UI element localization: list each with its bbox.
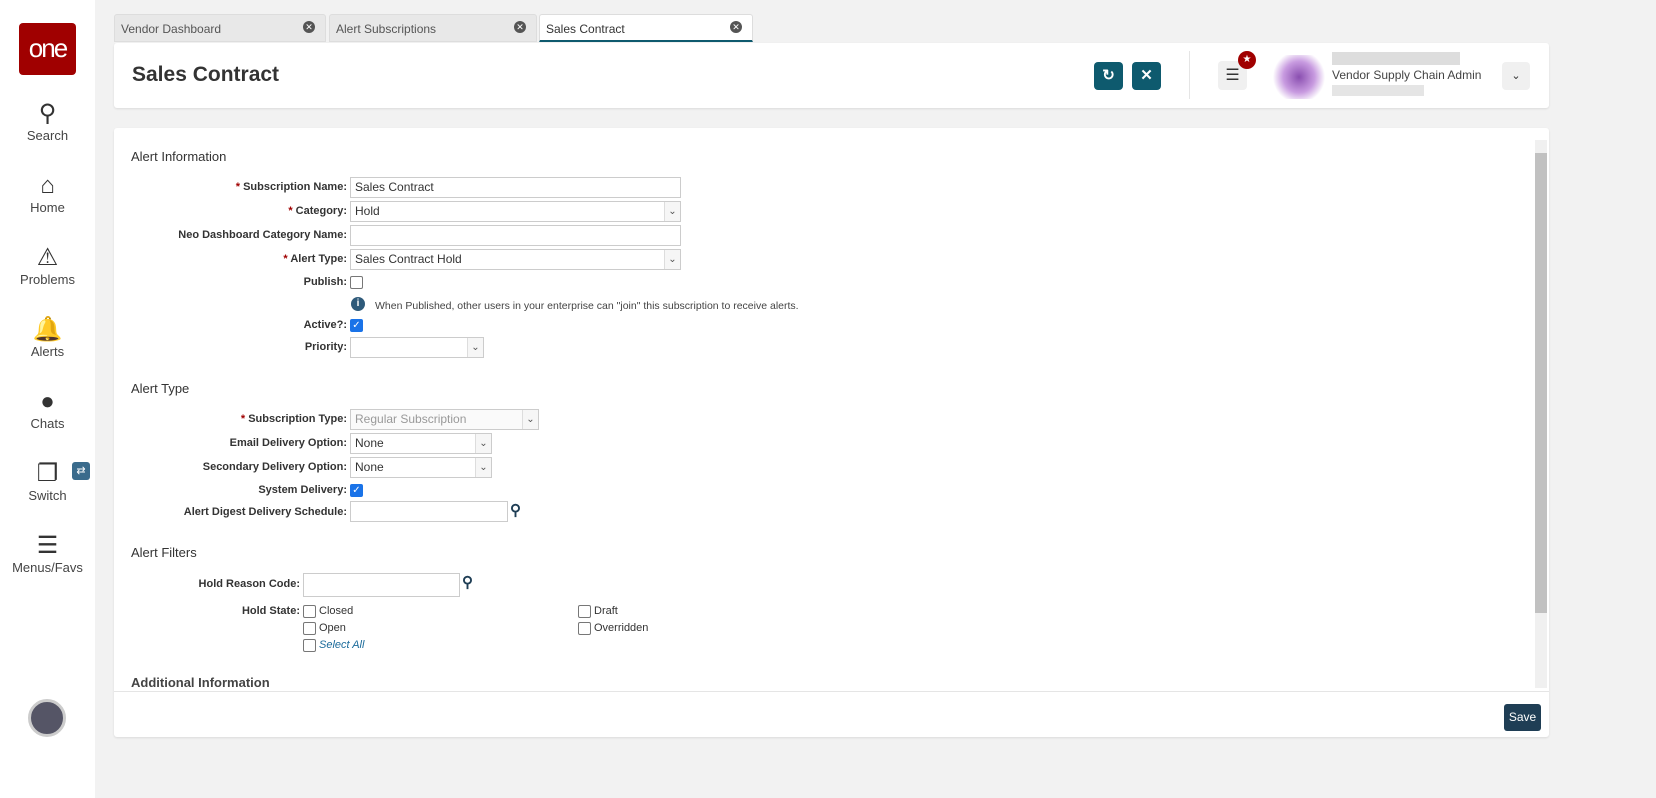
nav-label: Chats bbox=[30, 416, 65, 431]
refresh-button[interactable]: ↻ bbox=[1094, 62, 1123, 90]
nav-home[interactable]: ⌂ Home bbox=[0, 172, 95, 215]
tab-label: Alert Subscriptions bbox=[336, 22, 437, 36]
email-delivery-select[interactable]: None ⌄ bbox=[350, 433, 492, 454]
digest-schedule-label: Alert Digest Delivery Schedule: bbox=[183, 506, 347, 518]
nav-search[interactable]: ⚲ Search bbox=[0, 100, 95, 143]
chevron-down-icon: ⌄ bbox=[475, 434, 491, 453]
subscription-name-label: * Subscription Name: bbox=[235, 181, 347, 193]
nav-chats[interactable]: ● Chats bbox=[0, 388, 95, 431]
nav-menus-favs[interactable]: ☰ Menus/Favs bbox=[0, 532, 95, 575]
neo-category-input[interactable] bbox=[350, 225, 681, 246]
user-org-redacted bbox=[1332, 85, 1424, 96]
switch-badge-icon: ⇄ bbox=[72, 462, 90, 480]
secondary-delivery-select[interactable]: None ⌄ bbox=[350, 457, 492, 478]
nav-label: Switch bbox=[28, 488, 67, 503]
nav-label: Search bbox=[26, 128, 69, 143]
footer-divider bbox=[114, 691, 1549, 692]
hold-state-closed-checkbox[interactable] bbox=[303, 605, 316, 618]
page-header: Sales Contract ↻ ✕ ☰ ★ Vendor Supply Cha… bbox=[114, 43, 1549, 108]
tab-sales-contract[interactable]: Sales Contract ✕ bbox=[539, 14, 753, 42]
category-select[interactable]: Hold ⌄ bbox=[350, 201, 681, 222]
hold-state-overridden-checkbox[interactable] bbox=[578, 622, 591, 635]
zoom-search-icon[interactable]: ⚲ bbox=[510, 501, 521, 519]
alert-type-label: * Alert Type: bbox=[283, 253, 347, 265]
tab-vendor-dashboard[interactable]: Vendor Dashboard ✕ bbox=[114, 14, 326, 42]
nav-label: Menus/Favs bbox=[12, 560, 83, 575]
hold-state-label: Hold State: bbox=[241, 605, 300, 617]
nav-label: Problems bbox=[20, 272, 75, 287]
one-logo[interactable]: one bbox=[19, 23, 76, 75]
subscription-name-input[interactable]: Sales Contract bbox=[350, 177, 681, 198]
category-label: * Category: bbox=[288, 205, 347, 217]
section-alert-filters: Alert Filters bbox=[131, 545, 197, 560]
subscription-type-label: * Subscription Type: bbox=[240, 413, 347, 425]
system-delivery-label: System Delivery: bbox=[258, 484, 347, 496]
hold-state-open-label: Open bbox=[319, 622, 346, 634]
priority-select[interactable]: ⌄ bbox=[350, 337, 484, 358]
chat-icon: ● bbox=[40, 388, 55, 415]
hold-state-closed-label: Closed bbox=[319, 605, 354, 617]
nav-label: Alerts bbox=[30, 344, 65, 359]
page-title: Sales Contract bbox=[132, 63, 280, 86]
chevron-down-icon: ⌄ bbox=[467, 338, 483, 357]
subscription-type-select: Regular Subscription ⌄ bbox=[350, 409, 539, 430]
secondary-delivery-label: Secondary Delivery Option: bbox=[202, 461, 347, 473]
user-role: Vendor Supply Chain Admin bbox=[1332, 68, 1482, 82]
home-icon: ⌂ bbox=[40, 172, 55, 199]
active-label: Active?: bbox=[303, 319, 347, 331]
section-alert-information: Alert Information bbox=[131, 149, 227, 164]
favorite-star-icon: ★ bbox=[1238, 51, 1256, 69]
close-tab-icon[interactable]: ✕ bbox=[514, 21, 526, 33]
hold-reason-code-input[interactable] bbox=[303, 573, 460, 597]
alert-type-select[interactable]: Sales Contract Hold ⌄ bbox=[350, 249, 681, 270]
user-menu-chevron-icon[interactable]: ⌄ bbox=[1502, 62, 1530, 90]
select-all-checkbox[interactable] bbox=[303, 639, 316, 652]
hold-state-open-checkbox[interactable] bbox=[303, 622, 316, 635]
chevron-down-icon: ⌄ bbox=[664, 202, 680, 221]
hold-state-draft-label: Draft bbox=[594, 605, 618, 617]
chevron-down-icon: ⌄ bbox=[522, 410, 538, 429]
digest-schedule-input[interactable] bbox=[350, 501, 508, 522]
hold-state-draft-checkbox[interactable] bbox=[578, 605, 591, 618]
section-alert-type: Alert Type bbox=[131, 381, 190, 396]
chevron-down-icon: ⌄ bbox=[475, 458, 491, 477]
tab-label: Sales Contract bbox=[546, 22, 625, 36]
avatar[interactable] bbox=[1272, 55, 1326, 99]
hold-reason-code-label: Hold Reason Code: bbox=[198, 578, 300, 590]
divider bbox=[1189, 51, 1190, 99]
zoom-search-icon[interactable]: ⚲ bbox=[462, 573, 473, 591]
nav-problems[interactable]: ⚠ Problems bbox=[0, 244, 95, 287]
tab-alert-subscriptions[interactable]: Alert Subscriptions ✕ bbox=[329, 14, 537, 42]
tab-label: Vendor Dashboard bbox=[121, 22, 222, 36]
sidebar: one ⚲ Search ⌂ Home ⚠ Problems 🔔 Alerts ● Cha… bbox=[0, 0, 95, 798]
scrollbar[interactable] bbox=[1535, 140, 1547, 688]
neo-category-label: Neo Dashboard Category Name: bbox=[178, 229, 347, 241]
system-delivery-checkbox[interactable]: ✓ bbox=[350, 484, 363, 497]
priority-label: Priority: bbox=[304, 341, 347, 353]
publish-info-text: When Published, other users in your ente… bbox=[375, 300, 799, 312]
info-icon: i bbox=[351, 297, 365, 311]
nav-alerts[interactable]: 🔔 Alerts bbox=[0, 316, 95, 359]
active-checkbox[interactable]: ✓ bbox=[350, 319, 363, 332]
select-all-link[interactable]: Select All bbox=[319, 639, 364, 651]
bell-icon: 🔔 bbox=[32, 316, 63, 343]
search-icon: ⚲ bbox=[38, 100, 57, 127]
section-additional-information: Additional Information bbox=[131, 675, 270, 690]
publish-checkbox[interactable] bbox=[350, 276, 363, 289]
close-button[interactable]: ✕ bbox=[1132, 62, 1161, 90]
save-button[interactable]: Save bbox=[1504, 704, 1541, 731]
nav-label: Home bbox=[30, 200, 65, 215]
assistant-avatar[interactable] bbox=[28, 699, 66, 737]
close-tab-icon[interactable]: ✕ bbox=[730, 21, 742, 33]
hold-state-overridden-label: Overridden bbox=[594, 622, 649, 634]
email-delivery-label: Email Delivery Option: bbox=[229, 437, 347, 449]
publish-label: Publish: bbox=[303, 276, 347, 288]
user-name-redacted bbox=[1332, 52, 1460, 65]
menu-icon: ☰ bbox=[36, 532, 59, 559]
close-tab-icon[interactable]: ✕ bbox=[303, 21, 315, 33]
warning-icon: ⚠ bbox=[36, 244, 59, 271]
chevron-down-icon: ⌄ bbox=[664, 250, 680, 269]
